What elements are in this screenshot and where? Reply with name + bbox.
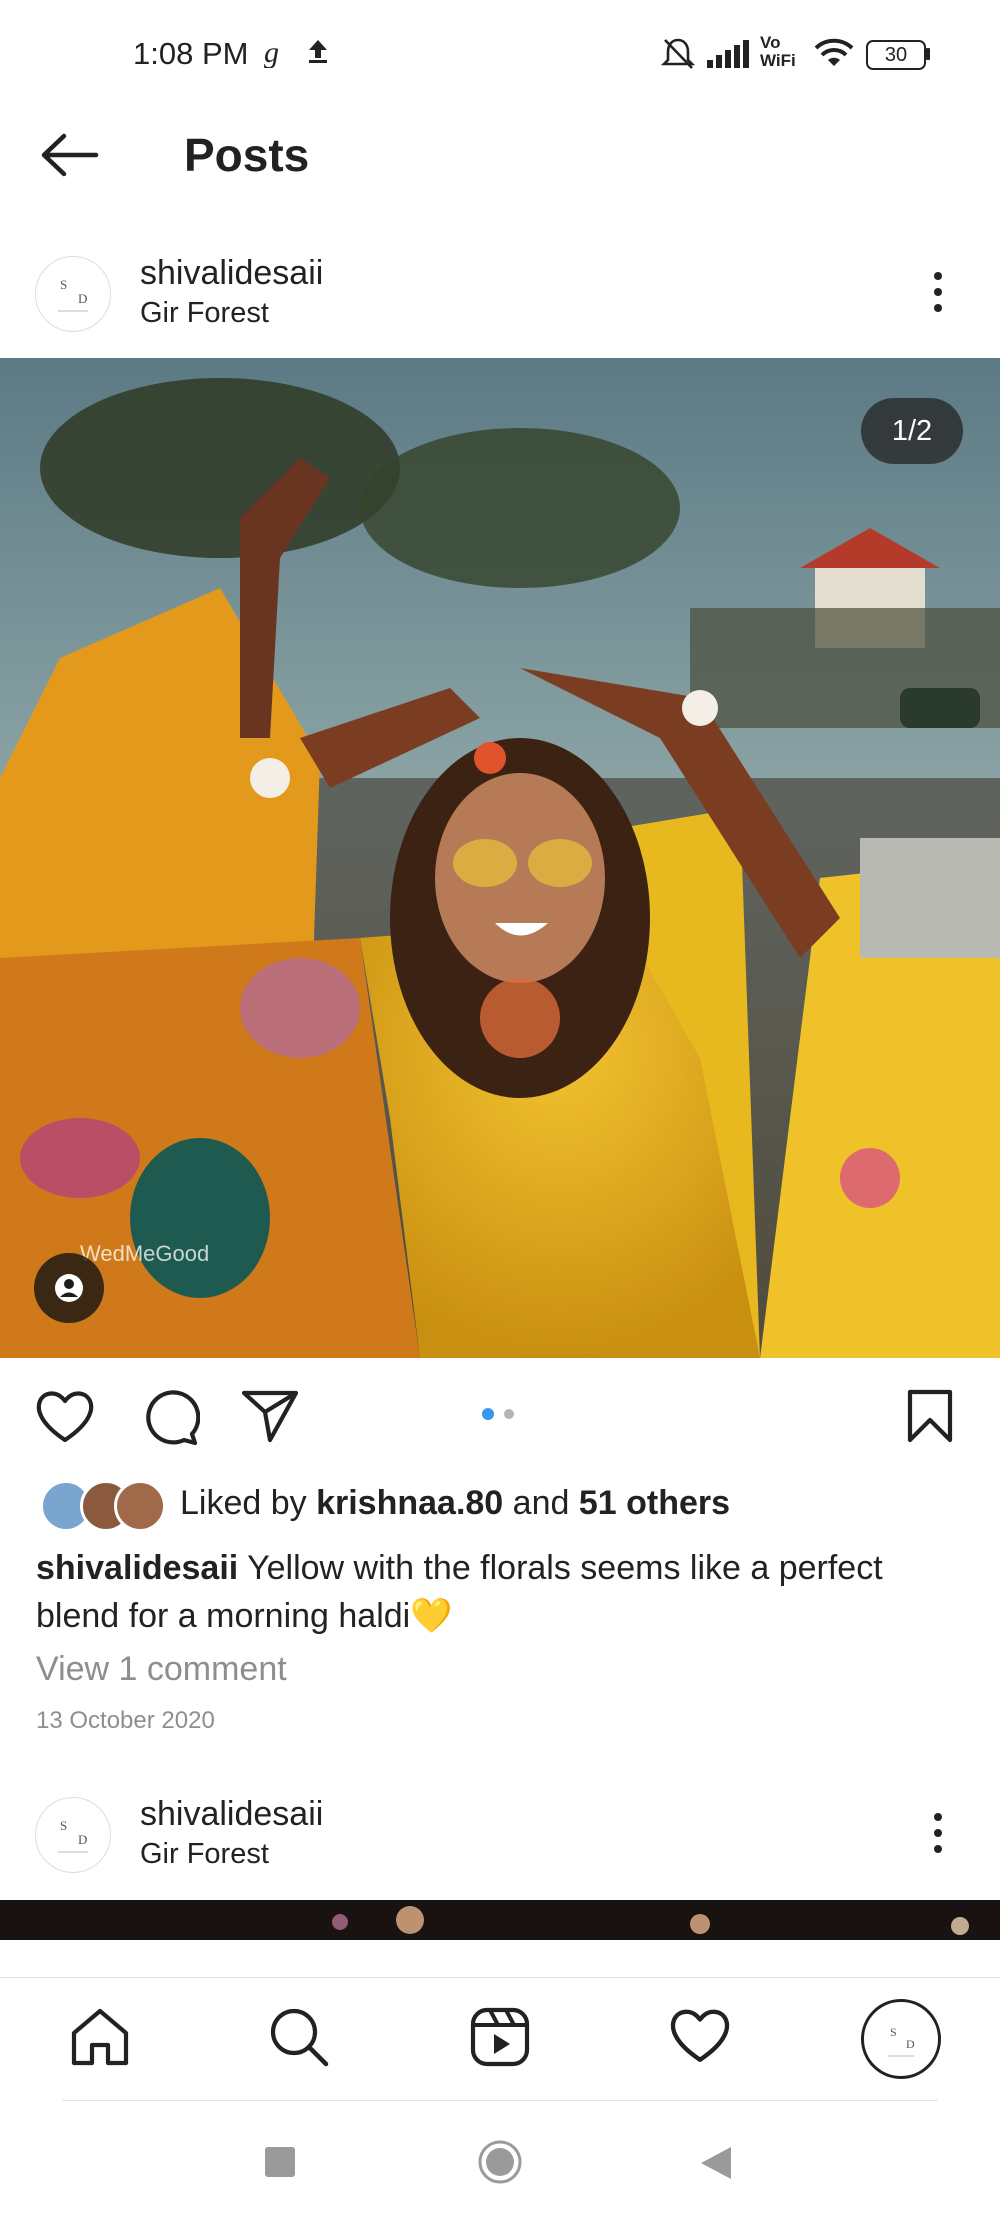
image-counter-badge: 1/2 [861,398,963,464]
heart-icon [36,1391,94,1443]
comment-icon [146,1390,201,1446]
save-button[interactable] [904,1388,956,1449]
view-comments-link[interactable]: View 1 comment [36,1650,287,1689]
bell-muted-icon [660,36,696,77]
yellow-heart-icon: 💛 [410,1597,453,1635]
search-icon[interactable] [267,2005,331,2069]
home-icon[interactable] [68,2005,132,2069]
more-options-icon[interactable] [928,270,948,314]
next-post-more-icon[interactable] [928,1811,948,1855]
carousel-dot-active [482,1408,494,1420]
post-caption: shivalidesaii Yellow with the florals se… [36,1544,936,1640]
carousel-dot [504,1409,514,1419]
liker-avatar [114,1480,166,1532]
back-button[interactable] [38,130,102,180]
next-post-username[interactable]: shivalidesaii [140,1795,323,1834]
likes-prefix: Liked by [180,1484,317,1522]
system-divider [62,2100,938,2101]
like-button[interactable] [34,1388,96,1449]
battery-tip [926,48,930,60]
svg-text:S: S [60,277,67,292]
bookmark-icon [907,1389,953,1443]
caption-username[interactable]: shivalidesaii [36,1549,238,1587]
likes-and: and [503,1484,579,1522]
page-title: Posts [184,129,310,181]
upload-icon [306,36,330,71]
post-username[interactable]: shivalidesaii [140,254,323,293]
profile-avatar[interactable]: SD [861,1999,941,2079]
activity-heart-icon[interactable] [668,2005,732,2069]
svg-text:D: D [78,1832,87,1847]
next-post-image[interactable] [0,1900,1000,1940]
next-post-location[interactable]: Gir Forest [140,1838,269,1871]
post-date: 13 October 2020 [36,1707,215,1734]
tagged-people-button[interactable] [34,1253,104,1323]
battery-level: 30 [884,44,908,66]
likes-summary[interactable]: Liked by krishnaa.80 and 51 others [180,1484,730,1523]
battery-icon: 30 [866,40,926,70]
post-location[interactable]: Gir Forest [140,297,269,330]
svg-text:S: S [60,1818,67,1833]
svg-text:D: D [906,2037,915,2051]
home-circle-icon[interactable] [477,2139,523,2190]
next-post-avatar[interactable]: SD [35,1797,111,1873]
svg-text:g: g [264,36,279,68]
person-icon [55,1274,83,1302]
post-avatar[interactable]: SD [35,256,111,332]
reels-icon[interactable] [468,2005,532,2069]
status-time: 1:08 PM [133,36,249,71]
post-image[interactable] [0,358,1000,1358]
svg-text:D: D [78,291,87,306]
vowifi-label: Vo WiFi [760,33,796,70]
wifi-icon [812,36,856,75]
svg-text:S: S [890,2025,897,2039]
likes-others[interactable]: 51 others [579,1484,730,1522]
arrow-left-icon [41,133,99,177]
recents-square-icon[interactable] [265,2147,295,2177]
share-button[interactable] [240,1388,300,1449]
likes-user[interactable]: krishnaa.80 [316,1484,503,1522]
back-triangle-icon[interactable] [699,2145,733,2186]
cell-signal-icon [707,38,755,75]
g-pay-icon: g [262,34,282,73]
status-bar: 1:08 PM g Vo WiFi 30 [0,0,1000,110]
comment-button[interactable] [138,1388,201,1451]
send-icon [241,1390,299,1443]
